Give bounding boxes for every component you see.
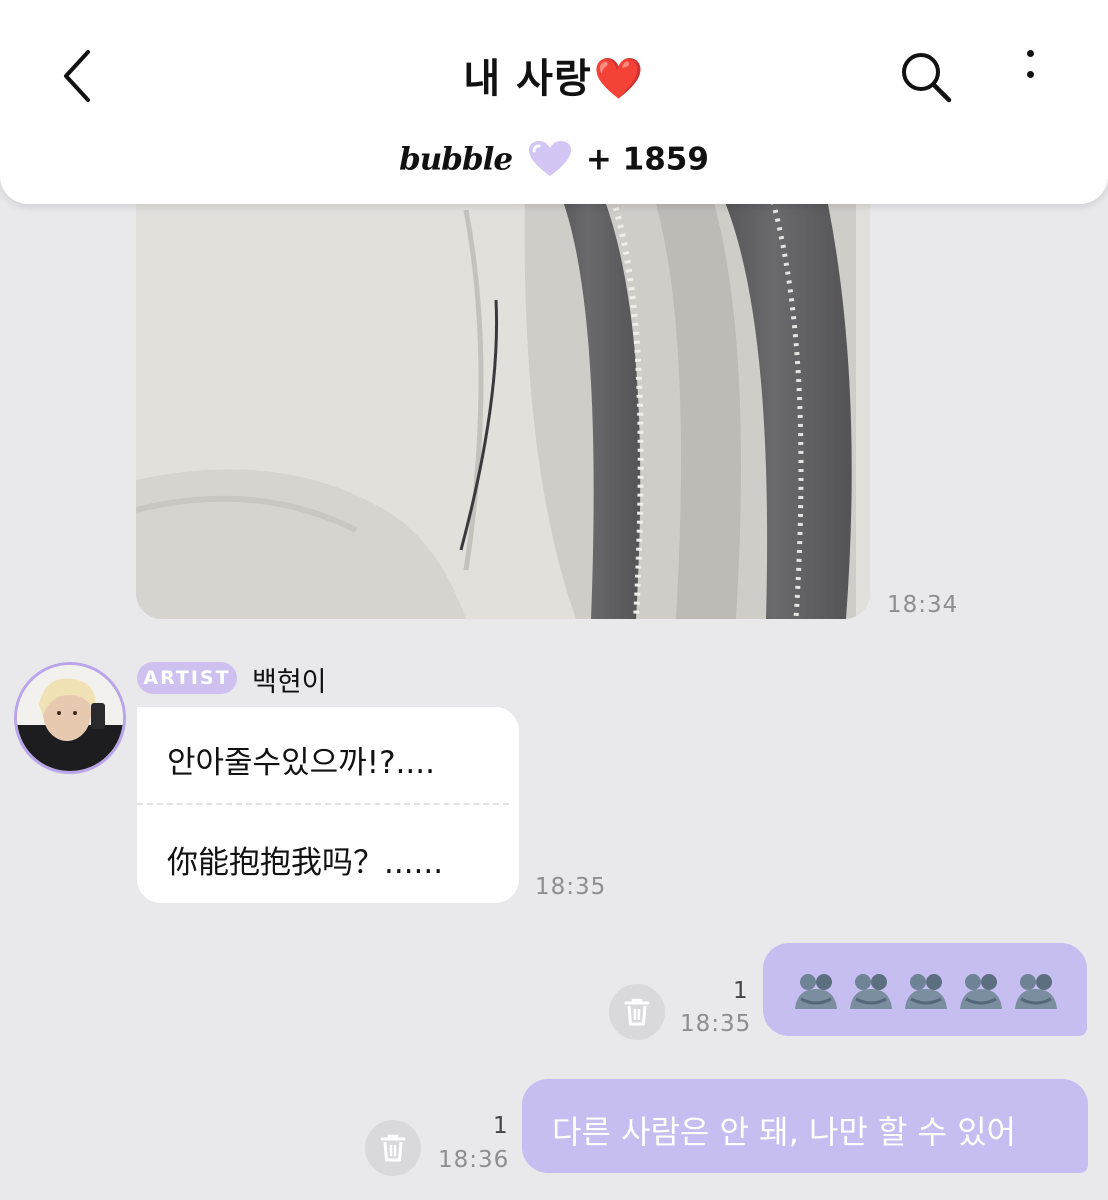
- my-message-text: 다른 사람은 안 돼, 나만 할 수 있어: [552, 1113, 1017, 1151]
- read-count: 1: [493, 1113, 508, 1139]
- photo-timestamp: 18:34: [887, 592, 959, 618]
- reply-timestamp: 18:36: [438, 1147, 510, 1173]
- artist-name: 백현이: [252, 667, 327, 698]
- artist-message-original: 안아줄수있으까!?....: [167, 745, 435, 781]
- translation-divider: [137, 803, 509, 805]
- trash-icon: [380, 1134, 406, 1162]
- hug-emoji-icon: [850, 974, 892, 1009]
- artist-message-bubble[interactable]: 안아줄수있으까!?.... 你能抱抱我吗？......: [137, 707, 519, 903]
- avatar-image: [17, 665, 123, 771]
- reply-timestamp: 18:35: [680, 1011, 752, 1037]
- artist-message-translation: 你能抱抱我吗？......: [167, 845, 444, 881]
- hug-emoji-icon: [905, 974, 947, 1009]
- search-button[interactable]: [895, 46, 959, 110]
- bubble-subscription-info: bubble + 1859: [0, 140, 1108, 182]
- chat-header: 내 사랑❤️ bubble + 1859: [0, 0, 1108, 204]
- bubble-logo: bubble: [399, 141, 513, 178]
- my-message-bubble[interactable]: [763, 943, 1087, 1036]
- delete-button[interactable]: [365, 1120, 421, 1176]
- chat-title-text: 내 사랑: [463, 56, 592, 102]
- artist-badge: ARTIST: [137, 662, 237, 694]
- trash-icon: [624, 998, 650, 1026]
- read-count: 1: [733, 978, 748, 1004]
- hug-emoji-icon: [795, 974, 837, 1009]
- delete-button[interactable]: [609, 984, 665, 1040]
- bubble-heart-icon: [529, 141, 572, 176]
- hug-emoji-icon: [960, 974, 1002, 1009]
- more-vertical-icon[interactable]: [1010, 50, 1050, 106]
- artist-message-timestamp: 18:35: [535, 874, 607, 900]
- photo-message[interactable]: [136, 150, 870, 619]
- hug-emoji-icon: [1015, 974, 1057, 1009]
- search-icon: [902, 53, 952, 103]
- red-heart-emoji: ❤️: [593, 56, 645, 102]
- photo-image: [136, 150, 870, 619]
- bubble-count: + 1859: [585, 141, 709, 178]
- my-message-bubble[interactable]: 다른 사람은 안 돼, 나만 할 수 있어: [522, 1079, 1088, 1173]
- hug-emoji-row: [793, 973, 1059, 1011]
- artist-avatar[interactable]: [14, 662, 126, 774]
